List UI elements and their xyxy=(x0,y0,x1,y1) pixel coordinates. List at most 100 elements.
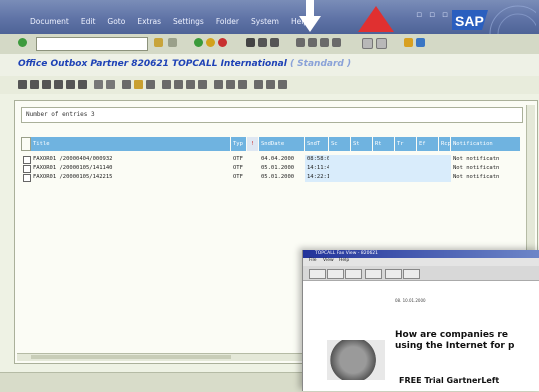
print-icon[interactable] xyxy=(246,38,255,47)
column-sc[interactable]: Sc xyxy=(329,137,351,151)
fax-button-print[interactable] xyxy=(327,269,344,279)
table-row[interactable]: FAXOR01 /20000105/142215 OTF 05.01.2000 … xyxy=(21,173,521,182)
new-session-icon[interactable] xyxy=(362,38,373,49)
mail-icon[interactable] xyxy=(134,80,143,89)
menu-document[interactable]: Document xyxy=(30,17,69,26)
fax-menu-help[interactable]: Help xyxy=(339,258,349,263)
row-notification: Not notificatn xyxy=(453,165,500,171)
list-layout-icon[interactable] xyxy=(146,80,155,89)
column-priority[interactable]: ! xyxy=(247,137,259,151)
column-typ[interactable]: Typ xyxy=(231,137,247,151)
settings-icon[interactable] xyxy=(278,80,287,89)
command-field[interactable] xyxy=(36,37,148,51)
menu-settings[interactable]: Settings xyxy=(173,17,204,26)
refresh-icon[interactable] xyxy=(162,80,171,89)
entries-label: Number of entries 3 xyxy=(26,111,95,118)
divider-icon xyxy=(168,38,177,47)
attachment-icon[interactable] xyxy=(174,80,183,89)
fax-photo xyxy=(327,340,385,380)
title-suffix: ( Standard ) xyxy=(289,59,352,69)
row-time: 14:11:40 xyxy=(305,164,329,173)
next-page-icon[interactable] xyxy=(320,38,329,47)
select-all-icon[interactable] xyxy=(30,80,39,89)
forward-icon[interactable] xyxy=(238,80,247,89)
shortcut-icon[interactable] xyxy=(376,38,387,49)
display-icon[interactable] xyxy=(254,80,263,89)
row-date: 05.01.2000 xyxy=(261,165,295,171)
fax-button-zoom-in[interactable] xyxy=(345,269,362,279)
fax-page-line: 08. 10.01.2000 xyxy=(395,298,426,303)
back-icon[interactable] xyxy=(194,38,203,47)
table-row[interactable]: FAXOR01 /20000105/141140 OTF 05.01.2000 … xyxy=(21,164,521,173)
fax-button-next[interactable] xyxy=(403,269,420,279)
fax-menu-file[interactable]: File xyxy=(309,258,317,263)
row-typ: OTF xyxy=(233,165,243,171)
details-icon[interactable] xyxy=(18,80,27,89)
menu-extras[interactable]: Extras xyxy=(137,17,161,26)
info-icon[interactable] xyxy=(186,80,195,89)
column-rcp[interactable]: Rcp xyxy=(439,137,451,151)
sort-asc-icon[interactable] xyxy=(54,80,63,89)
delete-icon[interactable] xyxy=(214,80,223,89)
menu-system[interactable]: System xyxy=(251,17,279,26)
row-status-cells xyxy=(329,173,451,182)
fax-headline-line: using the Internet for p xyxy=(395,341,515,351)
fax-menu-view[interactable]: View xyxy=(323,258,334,263)
find-icon[interactable] xyxy=(258,38,267,47)
last-page-icon[interactable] xyxy=(332,38,341,47)
exit-icon[interactable] xyxy=(206,38,215,47)
find-next-icon[interactable] xyxy=(270,38,279,47)
column-snddate[interactable]: SndDate xyxy=(259,137,305,151)
fax-headline-line: How are companies re xyxy=(395,330,508,340)
entries-box: Number of entries 3 xyxy=(21,107,523,123)
menu-goto[interactable]: Goto xyxy=(107,17,125,26)
row-status-cells xyxy=(329,155,451,164)
title-text: Office Outbox Partner 820621 TOPCALL Int… xyxy=(18,59,287,69)
properties-icon[interactable] xyxy=(198,80,207,89)
column-notification[interactable]: Notification xyxy=(451,137,521,151)
column-sndtime[interactable]: SndT xyxy=(305,137,329,151)
row-checkbox[interactable] xyxy=(23,174,31,182)
sap-logo: SAP xyxy=(452,5,536,38)
sort-desc-icon[interactable] xyxy=(66,80,75,89)
row-time: 14:22:15 xyxy=(305,173,329,182)
help-icon[interactable] xyxy=(404,38,413,47)
filter-icon[interactable] xyxy=(78,80,87,89)
column-tr[interactable]: Tr xyxy=(395,137,417,151)
application-toolbar xyxy=(0,76,539,94)
export-icon[interactable] xyxy=(122,80,131,89)
first-page-icon[interactable] xyxy=(296,38,305,47)
fax-button-zoom-out[interactable] xyxy=(365,269,382,279)
layout-icon[interactable] xyxy=(416,38,425,47)
row-notification: Not notificatn xyxy=(453,156,500,162)
resend-icon[interactable] xyxy=(226,80,235,89)
white-arrow-icon xyxy=(299,0,321,32)
status-icon[interactable] xyxy=(266,80,275,89)
sum-icon[interactable] xyxy=(94,80,103,89)
row-checkbox[interactable] xyxy=(23,156,31,164)
table-row[interactable]: FAXOR01 /20000404/000932 OTF 04.04.2000 … xyxy=(21,155,521,164)
fax-footer: FREE Trial GartnerLeft xyxy=(399,376,500,385)
row-status-cells xyxy=(329,164,451,173)
column-rt[interactable]: Rt xyxy=(373,137,395,151)
fax-button-open[interactable] xyxy=(309,269,326,279)
save-icon[interactable] xyxy=(154,38,163,47)
column-st[interactable]: St xyxy=(351,137,373,151)
row-checkbox[interactable] xyxy=(23,165,31,173)
menu-folder[interactable]: Folder xyxy=(216,17,239,26)
cancel-icon[interactable] xyxy=(218,38,227,47)
previous-page-icon[interactable] xyxy=(308,38,317,47)
select-all-checkbox[interactable] xyxy=(21,137,31,151)
fax-preview-window[interactable]: TOPCALL Fax View - 820621 File View Help… xyxy=(302,250,539,391)
scroll-thumb[interactable] xyxy=(31,355,231,359)
enter-check-icon[interactable] xyxy=(18,38,27,47)
row-typ: OTF xyxy=(233,174,243,180)
column-title[interactable]: Title xyxy=(31,137,231,151)
window-controls[interactable]: ▫ ▫ ▫ xyxy=(416,10,450,20)
menu-edit[interactable]: Edit xyxy=(81,17,96,26)
deselect-icon[interactable] xyxy=(42,80,51,89)
fax-button-previous[interactable] xyxy=(385,269,402,279)
fax-titlebar[interactable]: TOPCALL Fax View - 820621 xyxy=(303,250,539,258)
print-list-icon[interactable] xyxy=(106,80,115,89)
column-ef[interactable]: Ef xyxy=(417,137,439,151)
